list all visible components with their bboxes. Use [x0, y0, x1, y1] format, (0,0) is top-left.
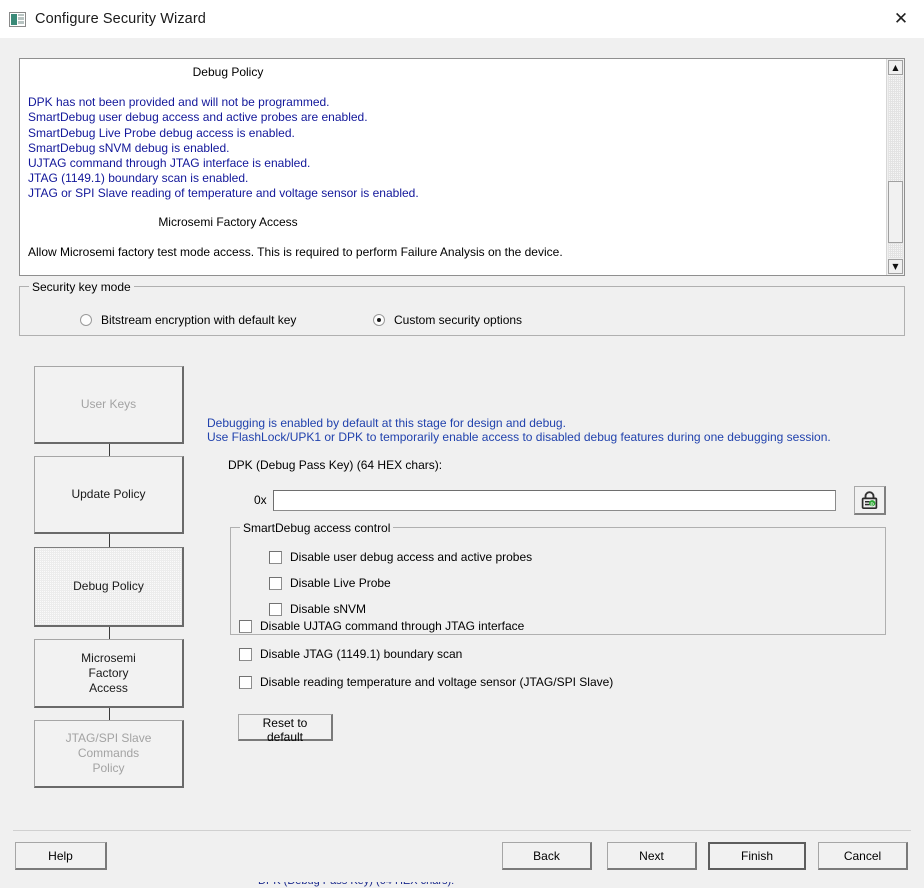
checkbox-label: Disable sNVM — [290, 602, 366, 616]
info-line-1: Debugging is enabled by default at this … — [207, 416, 566, 430]
dpk-input-row: 0x D — [254, 485, 886, 515]
checkbox-label: Disable JTAG (1149.1) boundary scan — [260, 647, 462, 661]
checkbox-label: Disable Live Probe — [290, 576, 391, 590]
finish-button[interactable]: Finish — [708, 842, 806, 870]
dpk-hex-prefix: 0x — [254, 493, 267, 507]
checkbox-disable-jtag-boundary-scan[interactable]: Disable JTAG (1149.1) boundary scan — [239, 647, 462, 661]
padlock-d-icon[interactable]: D — [854, 486, 886, 515]
help-button[interactable]: Help — [15, 842, 107, 870]
background-window-sliver: DPK (Debug Pass Key) (64 HEX chars): — [0, 882, 924, 888]
checkbox-indicator — [239, 620, 252, 633]
checkbox-disable-temp-voltage-sensor[interactable]: Disable reading temperature and voltage … — [239, 675, 613, 689]
checkbox-indicator — [239, 676, 252, 689]
checkbox-label: Disable user debug access and active pro… — [290, 550, 532, 564]
reset-to-default-button[interactable]: Reset to default — [238, 714, 333, 741]
close-icon[interactable]: ✕ — [878, 0, 924, 37]
next-button[interactable]: Next — [607, 842, 697, 870]
checkbox-indicator — [239, 648, 252, 661]
checkbox-disable-ujtag-command[interactable]: Disable UJTAG command through JTAG inter… — [239, 619, 524, 633]
checkbox-label: Disable reading temperature and voltage … — [260, 675, 613, 689]
checkbox-disable-snvm[interactable]: Disable sNVM — [269, 602, 366, 616]
checkbox-label: Disable UJTAG command through JTAG inter… — [260, 619, 524, 633]
checkbox-disable-live-probe[interactable]: Disable Live Probe — [269, 576, 391, 590]
debug-policy-pane: Debugging is enabled by default at this … — [0, 38, 924, 888]
dpk-input[interactable] — [273, 490, 837, 511]
cancel-button[interactable]: Cancel — [818, 842, 908, 870]
dpk-label: DPK (Debug Pass Key) (64 HEX chars): — [228, 458, 442, 472]
checkbox-indicator — [269, 551, 282, 564]
info-line-2: Use FlashLock/UPK1 or DPK to temporarily… — [207, 430, 831, 444]
smartdebug-group-title: SmartDebug access control — [240, 521, 393, 535]
wizard-app-icon — [9, 12, 26, 27]
checkbox-indicator — [269, 577, 282, 590]
checkbox-disable-user-debug-access[interactable]: Disable user debug access and active pro… — [269, 550, 532, 564]
checkbox-indicator — [269, 603, 282, 616]
footer-separator — [13, 830, 911, 831]
background-sliver-text: DPK (Debug Pass Key) (64 HEX chars): — [258, 882, 454, 887]
back-button[interactable]: Back — [502, 842, 592, 870]
title-bar: Configure Security Wizard ✕ — [0, 0, 924, 39]
wizard-dialog: Debug Policy DPK has not been provided a… — [0, 38, 924, 888]
window-title: Configure Security Wizard — [35, 11, 206, 27]
